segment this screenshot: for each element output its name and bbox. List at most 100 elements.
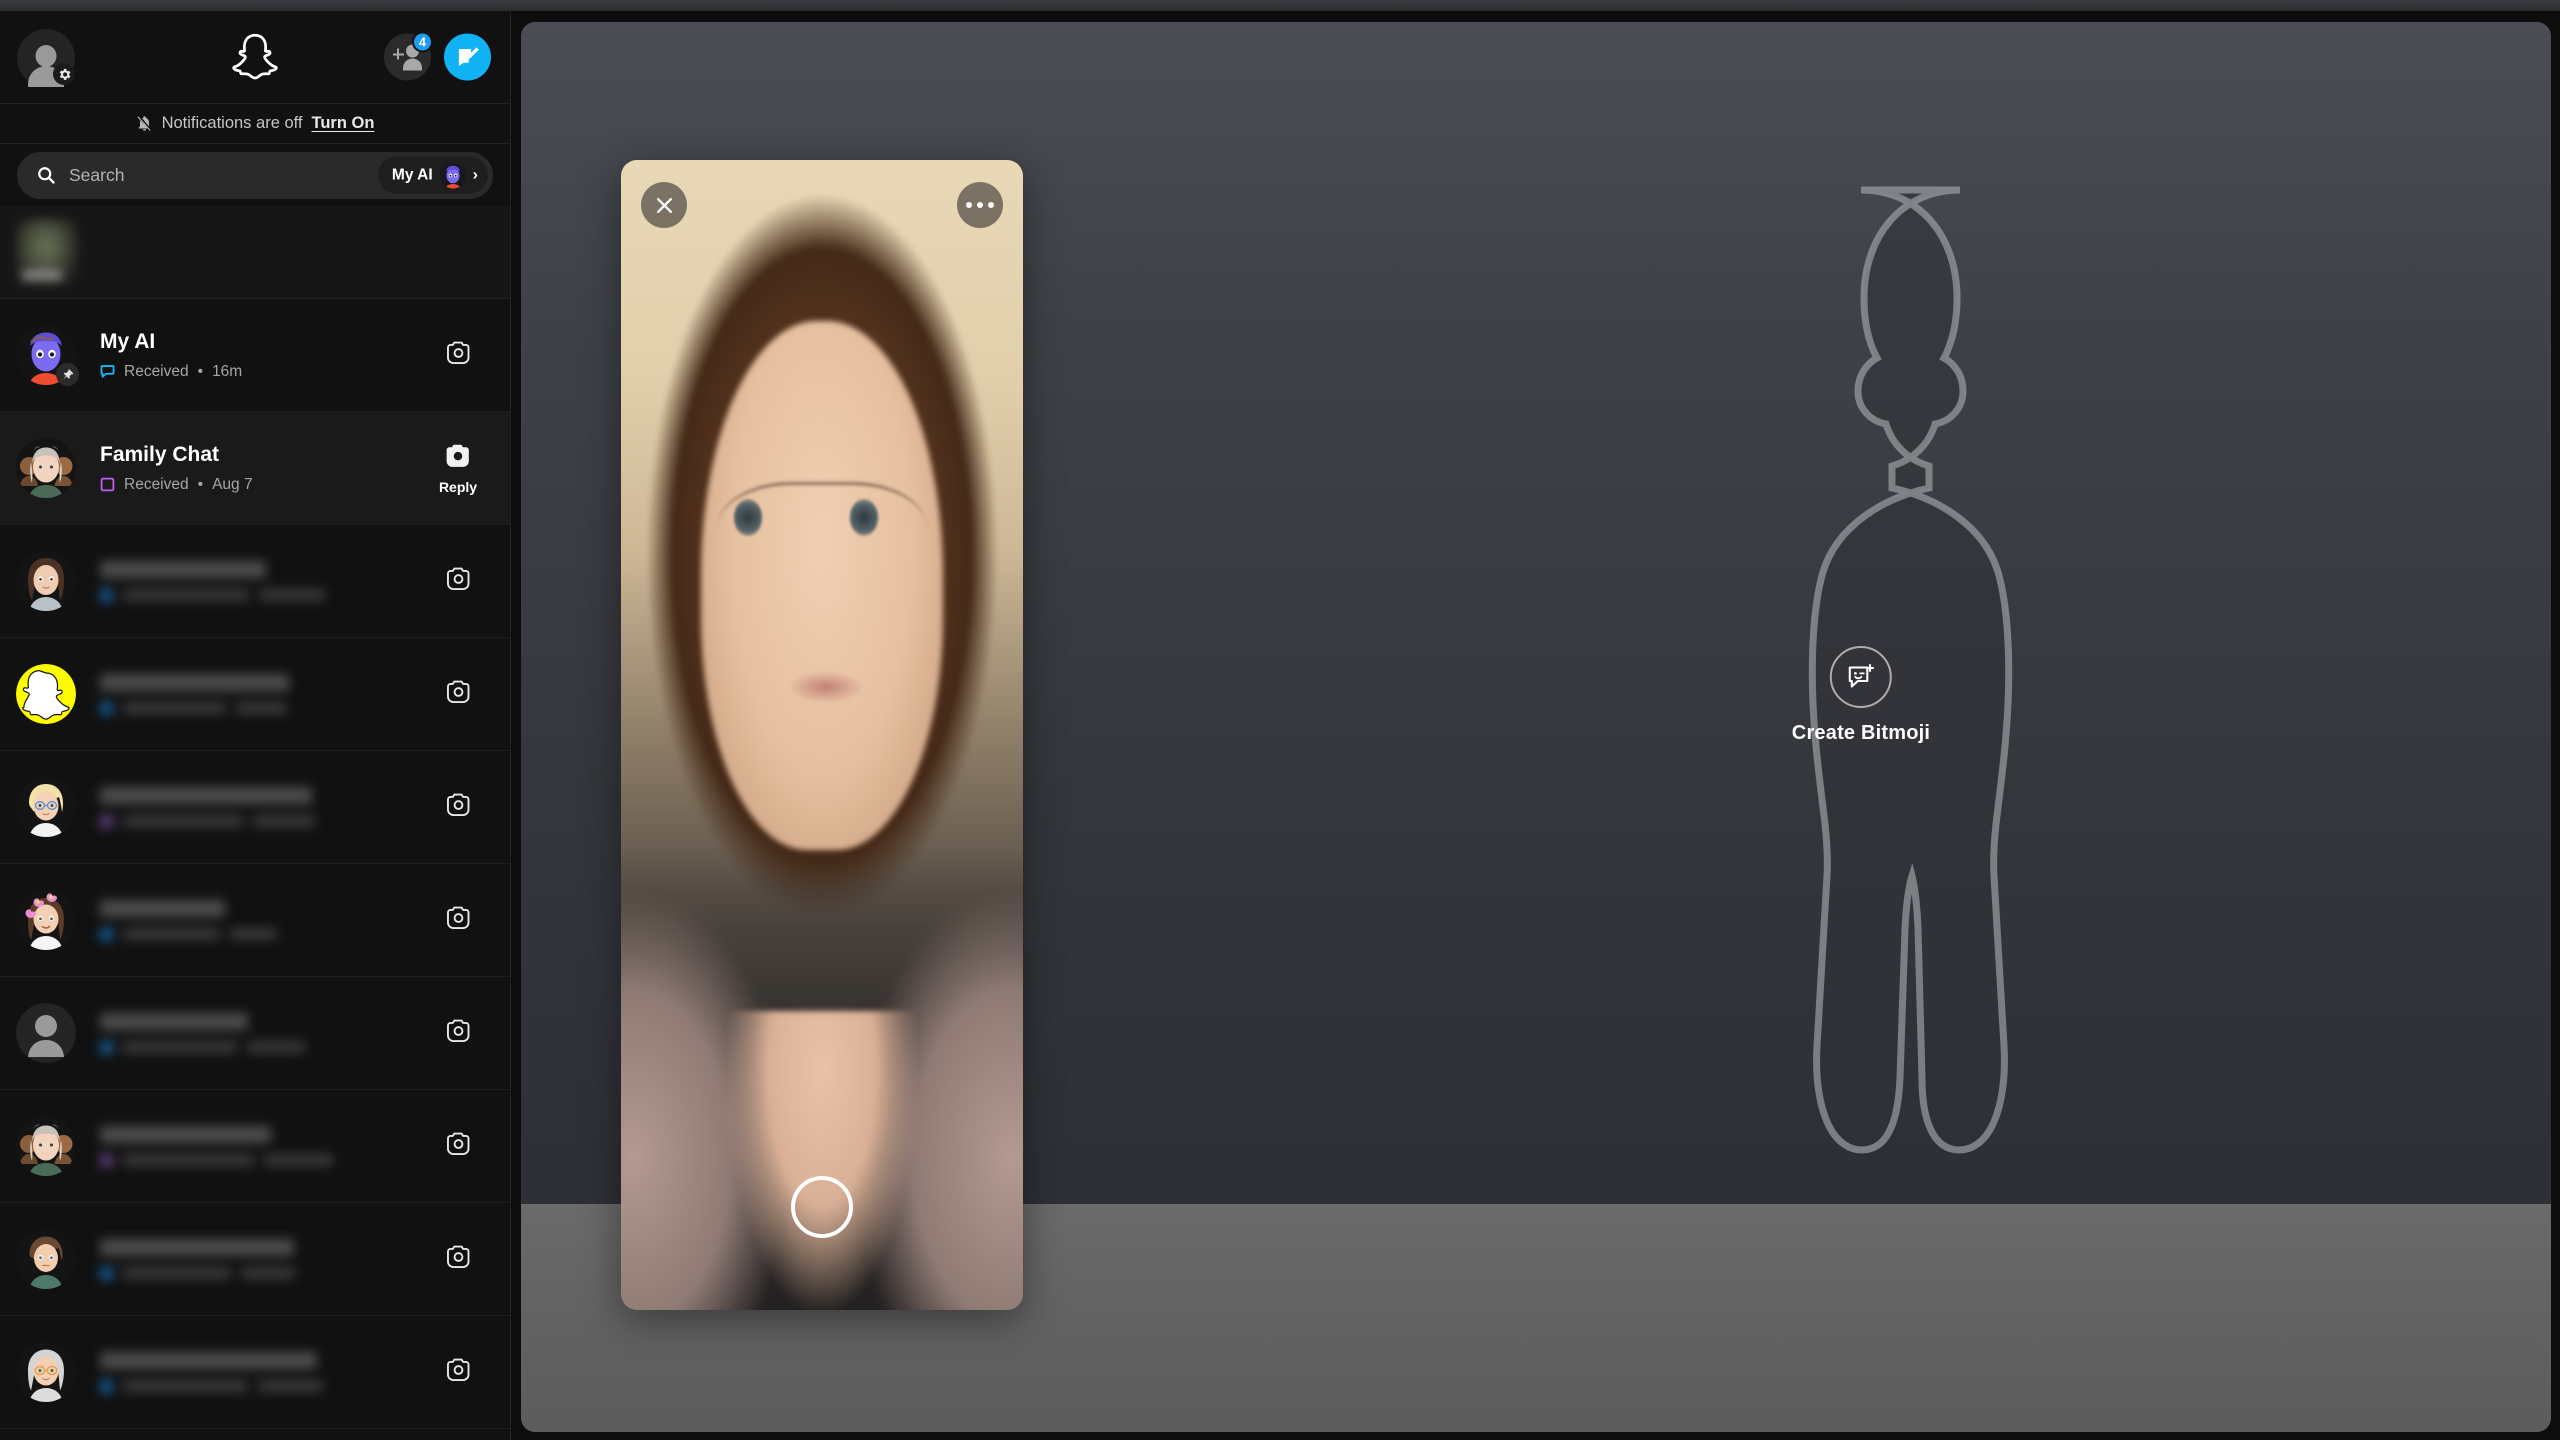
sidebar: 4 Notifications are off Turn On Search M… [0,11,511,1440]
new-chat-button[interactable] [444,33,491,81]
my-ai-avatar [439,162,466,188]
bitmoji-silhouette: Create Bitmoji [1666,152,2056,1262]
chat-list-item[interactable] [0,1316,510,1429]
my-ai-button[interactable]: My AI › [377,156,488,194]
chat-received-icon [100,364,115,379]
camera-icon-filled[interactable] [443,442,473,474]
chat-item-name: My AI [100,330,156,354]
camera-icon[interactable] [445,1131,472,1161]
avatar[interactable] [16,1342,76,1402]
camera-icon [446,1358,469,1381]
camera-icon[interactable] [445,340,472,370]
camera-preview-card[interactable] [621,160,1023,1310]
chat-item-action[interactable] [420,679,510,709]
chat-list-item[interactable] [0,1090,510,1203]
camera-icon [446,567,469,590]
camera-icon [446,1132,469,1155]
camera-icon [446,906,469,929]
chat-item-avatar-wrap [16,1116,76,1176]
pin-icon [56,363,79,386]
notifications-banner: Notifications are off Turn On [0,104,510,144]
chat-list-item[interactable]: My AI Received • 16m [0,299,510,412]
new-chat-icon [458,46,479,66]
chat-list-item[interactable] [0,751,510,864]
avatar[interactable] [16,777,76,837]
chat-item-action[interactable]: Reply [420,442,510,495]
chat-item-avatar-wrap [16,1003,76,1063]
add-friend-button[interactable]: 4 [384,31,433,81]
camera-icon [446,1245,469,1268]
chat-list-item[interactable] [0,864,510,977]
camera-icon[interactable] [445,1018,472,1048]
chat-item-name: Family Chat [100,443,220,467]
chat-item-avatar-wrap [16,890,76,950]
app-window: 4 Notifications are off Turn On Search M… [0,0,2560,1440]
camera-icon[interactable] [445,905,472,935]
turn-on-notifications-link[interactable]: Turn On [312,114,375,133]
camera-icon[interactable] [445,679,472,709]
chat-item-status-text: Received [124,475,189,493]
avatar[interactable] [16,890,76,950]
search-icon [36,165,56,185]
camera-icon[interactable] [445,566,472,596]
camera-icon[interactable] [445,1357,472,1387]
avatar[interactable] [16,1116,76,1176]
bitmoji-face-plus-icon [1829,645,1892,708]
chat-item-action[interactable] [420,1018,510,1048]
chevron-right-icon: › [472,166,478,183]
chat-list-item[interactable] [0,977,510,1090]
chat-list-item[interactable] [0,525,510,638]
chat-item-action[interactable] [420,905,510,935]
main-stage: Create Bitmoji [521,22,2551,1432]
chat-item-text-redacted [76,1238,420,1280]
camera-icon [446,793,469,816]
chat-list-item[interactable] [0,638,510,751]
create-bitmoji-button[interactable]: Create Bitmoji [1792,645,1930,745]
chat-list[interactable]: My AI Received • 16m Family Chat Receive… [0,299,510,1440]
snap-received-icon [100,477,115,492]
chat-item-avatar-wrap [16,1229,76,1289]
chat-list-item[interactable] [0,1203,510,1316]
sidebar-topbar: 4 [0,11,510,104]
chat-item-text-redacted [76,1351,420,1393]
chat-item-action[interactable] [420,1357,510,1387]
camera-preview-image [621,160,1023,1310]
close-icon[interactable] [641,182,687,228]
chat-item-text-redacted [76,1012,420,1054]
chat-item-avatar-wrap [16,664,76,724]
chat-item-avatar-wrap [16,1342,76,1402]
chat-item-action[interactable] [420,566,510,596]
chat-item-time: Aug 7 [212,475,253,493]
shutter-button[interactable] [791,1176,853,1238]
gear-icon[interactable] [53,63,75,85]
snapchat-ghost-logo [229,32,281,82]
chat-item-text-redacted [76,786,420,828]
chat-item-separator: • [197,362,204,380]
window-titlebar [0,0,2560,11]
camera-icon[interactable] [445,792,472,822]
story-thumbnail[interactable] [16,219,78,285]
avatar[interactable] [16,664,76,724]
chat-item-avatar-wrap [16,551,76,611]
my-ai-label: My AI [391,166,433,183]
camera-icon[interactable] [445,1244,472,1274]
chat-item-status-text: Received [124,362,189,380]
chat-list-item[interactable]: Family Chat Received • Aug 7 Reply [0,412,510,525]
chat-item-action[interactable] [420,1131,510,1161]
avatar[interactable] [16,1003,76,1063]
chat-item-action[interactable] [420,792,510,822]
search-box[interactable]: My AI › [17,151,493,199]
bell-off-icon [136,115,153,132]
add-friend-badge: 4 [412,31,433,53]
avatar[interactable] [16,551,76,611]
avatar[interactable] [16,438,76,498]
chat-item-separator: • [197,475,204,493]
avatar[interactable] [16,1229,76,1289]
chat-item-action[interactable] [420,1244,510,1274]
chat-item-avatar-wrap [16,438,76,498]
camera-icon [446,341,469,364]
chat-item-action[interactable] [420,340,510,370]
chat-item-text-redacted [76,899,420,941]
profile-avatar-button[interactable] [17,29,75,87]
more-options-icon[interactable] [957,182,1003,228]
